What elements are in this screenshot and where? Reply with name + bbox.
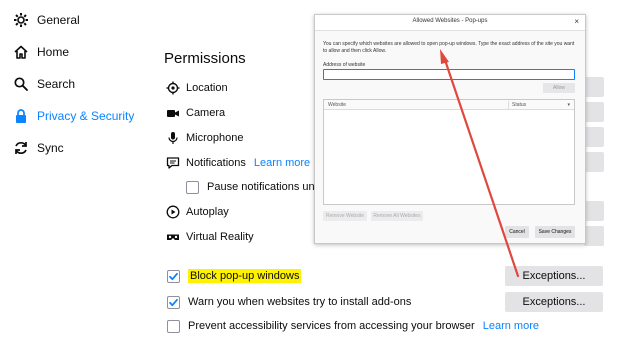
permissions-title: Permissions [164, 50, 246, 67]
notification-icon [166, 156, 180, 170]
block-popups-label: Block pop-up windows [188, 269, 302, 283]
pause-notifications-checkbox[interactable] [186, 180, 199, 194]
remove-website-button[interactable]: Remove Website [323, 211, 367, 221]
popup-exceptions-button[interactable]: Exceptions... [505, 266, 603, 286]
cancel-button[interactable]: Cancel [505, 226, 529, 238]
addon-exceptions-button[interactable]: Exceptions... [505, 292, 603, 312]
permission-autoplay: Autoplay [166, 202, 229, 222]
permission-virtual-reality: Virtual Reality [166, 227, 254, 247]
allow-button[interactable]: Allow [543, 83, 575, 93]
close-icon[interactable]: × [574, 17, 579, 26]
permission-label: Location [186, 82, 228, 94]
permission-location: Location [166, 78, 228, 98]
permission-label: Camera [186, 107, 226, 119]
settings-button[interactable] [584, 77, 604, 97]
prevent-a11y-row[interactable]: Prevent accessibility services from acce… [167, 316, 539, 336]
sidebar-item-general[interactable]: General [13, 9, 80, 31]
websites-table-header: Website Status ▾ [324, 100, 574, 110]
dialog-titlebar: Allowed Websites - Pop-ups × [315, 15, 585, 31]
permission-label: Virtual Reality [186, 231, 254, 243]
column-header-website[interactable]: Website [328, 102, 346, 108]
sidebar-item-privacy-security[interactable]: Privacy & Security [13, 105, 134, 127]
permission-microphone: Microphone [166, 128, 243, 148]
websites-table[interactable]: Website Status ▾ [323, 99, 575, 205]
address-input[interactable] [323, 69, 575, 80]
warn-addons-label: Warn you when websites try to install ad… [188, 296, 412, 308]
sidebar-item-label: Privacy & Security [37, 109, 135, 123]
chevron-down-icon: ▾ [567, 102, 570, 108]
settings-button[interactable] [584, 152, 604, 172]
warn-addons-row[interactable]: Warn you when websites try to install ad… [167, 292, 411, 312]
allowed-websites-dialog: Allowed Websites - Pop-ups × You can spe… [314, 14, 586, 244]
gear-icon [13, 12, 29, 28]
column-divider [508, 101, 509, 109]
vr-icon [166, 230, 180, 244]
microphone-icon [166, 131, 180, 145]
address-label: Address of website [323, 62, 366, 68]
search-icon [13, 76, 29, 92]
settings-button[interactable] [584, 226, 604, 246]
sync-icon [13, 140, 29, 156]
warn-addons-checkbox[interactable] [167, 295, 180, 309]
a11y-learn-more-link[interactable]: Learn more [483, 320, 539, 332]
permission-camera: Camera [166, 103, 225, 123]
sidebar-item-search[interactable]: Search [13, 73, 75, 95]
block-popups-checkbox[interactable] [167, 269, 180, 283]
sidebar-item-label: Search [37, 77, 76, 91]
prevent-a11y-checkbox[interactable] [167, 319, 180, 333]
permission-label: Microphone [186, 132, 244, 144]
remove-all-websites-button[interactable]: Remove All Websites [371, 211, 423, 221]
home-icon [13, 44, 29, 60]
save-changes-button[interactable]: Save Changes [535, 226, 575, 238]
sidebar-item-label: Home [37, 45, 70, 59]
pause-notifications-row[interactable]: Pause notifications until F [186, 177, 332, 197]
lock-icon [13, 108, 29, 124]
settings-button[interactable] [584, 201, 604, 221]
dialog-title: Allowed Websites - Pop-ups [412, 18, 488, 24]
column-header-status[interactable]: Status [512, 102, 526, 108]
notifications-learn-more-link[interactable]: Learn more [254, 157, 310, 169]
location-icon [166, 81, 180, 95]
prevent-a11y-label: Prevent accessibility services from acce… [188, 320, 475, 332]
sidebar-item-home[interactable]: Home [13, 41, 69, 63]
settings-button[interactable] [584, 102, 604, 122]
permission-notifications: Notifications Learn more [166, 153, 310, 173]
sidebar-item-label: General [37, 13, 80, 27]
camera-icon [166, 106, 180, 120]
block-popups-row[interactable]: Block pop-up windows [167, 266, 302, 286]
settings-button[interactable] [584, 127, 604, 147]
sidebar-item-sync[interactable]: Sync [13, 137, 64, 159]
sidebar-item-label: Sync [37, 141, 64, 155]
permission-label: Notifications [186, 157, 246, 169]
dialog-description: You can specify which websites are allow… [323, 41, 575, 54]
autoplay-icon [166, 205, 180, 219]
permission-label: Autoplay [186, 206, 229, 218]
